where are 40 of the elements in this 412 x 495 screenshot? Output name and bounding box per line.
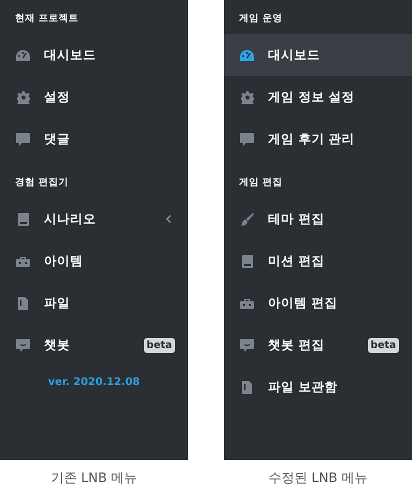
- menu-item[interactable]: 게임 후기 관리: [224, 118, 412, 160]
- version-label: ver. 2020.12.08: [47, 375, 141, 388]
- file-icon: [242, 380, 252, 394]
- menu-item[interactable]: 챗봇 beta: [0, 324, 188, 366]
- toolbox-icon: [16, 256, 30, 266]
- menu-item[interactable]: 게임 정보 설정: [224, 76, 412, 118]
- section-heading: 게임 운영: [238, 12, 284, 26]
- settings-icon: [16, 90, 30, 104]
- menu-item[interactable]: 파일: [0, 282, 188, 324]
- brush-icon: [240, 212, 254, 226]
- menu-item[interactable]: 대시보드: [0, 34, 188, 76]
- chatbot-icon: [16, 338, 30, 352]
- menu-item[interactable]: 챗봇 편집 beta: [224, 324, 412, 366]
- section-heading: 게임 편집: [238, 176, 284, 190]
- speech-bubble-icon: [240, 132, 254, 146]
- toolbox-icon: [240, 298, 254, 308]
- menu-item[interactable]: 아이템 편집: [224, 282, 412, 324]
- beta-badge: beta: [144, 338, 175, 352]
- section-heading: 현재 프로젝트: [14, 12, 80, 26]
- menu-item[interactable]: 설정: [0, 76, 188, 118]
- file-icon: [18, 296, 28, 310]
- menu-item[interactable]: 파일 보관함: [224, 366, 412, 408]
- menu-item[interactable]: 아이템: [0, 240, 188, 282]
- chevron-icon: [166, 215, 171, 223]
- caption: 기존 LNB 메뉴: [50, 470, 138, 487]
- book-icon: [242, 254, 252, 268]
- beta-badge: beta: [368, 338, 399, 352]
- speech-bubble-icon: [16, 132, 30, 146]
- book-icon: [18, 212, 28, 226]
- menu-item[interactable]: 테마 편집: [224, 198, 412, 240]
- gauge-icon: [240, 50, 254, 60]
- settings-icon: [240, 90, 254, 104]
- caption: 수정된 LNB 메뉴: [267, 470, 369, 487]
- menu-item[interactable]: 댓글: [0, 118, 188, 160]
- menu-item[interactable]: 미션 편집: [224, 240, 412, 282]
- menu-item[interactable]: 시나리오: [0, 198, 188, 240]
- gauge-icon: [16, 50, 30, 60]
- section-heading: 경험 편집기: [14, 176, 70, 190]
- menu-item[interactable]: 대시보드: [224, 34, 412, 76]
- chatbot-icon: [240, 338, 254, 352]
